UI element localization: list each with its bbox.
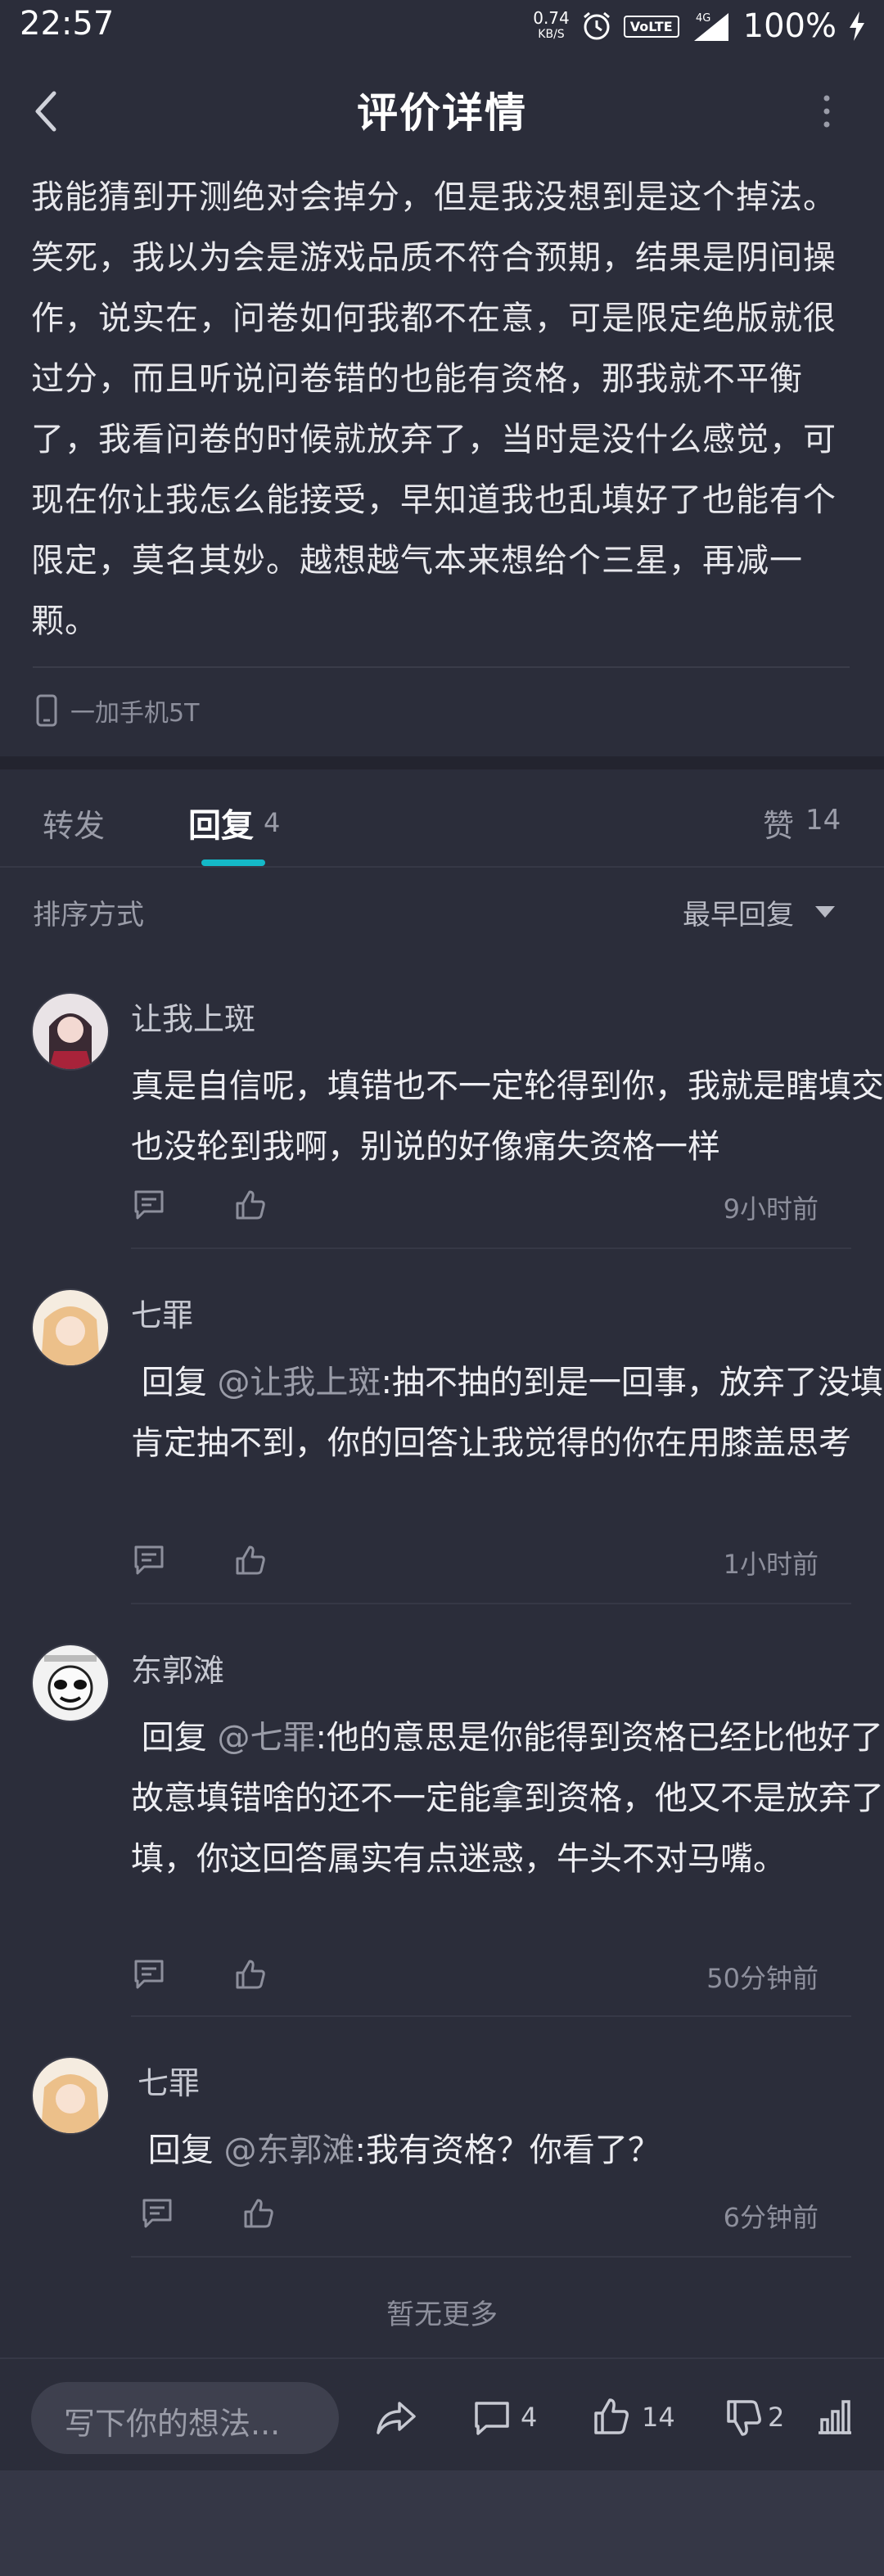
avatar[interactable] (31, 1288, 110, 1367)
comment-text: 真是自信呢，填错也不一定轮得到你，我就是瞎填交了也没轮到我啊，别说的好像痛失资格… (131, 1067, 884, 1166)
tab-like[interactable]: 赞 (763, 801, 794, 846)
navigation-bar-area (0, 2470, 884, 2576)
like-count: 14 (642, 2402, 675, 2433)
like-icon[interactable] (234, 1544, 267, 1577)
like-icon[interactable] (234, 1189, 267, 1221)
reply-prefix: 回复 (141, 1364, 207, 1401)
avatar-image (33, 1645, 108, 1721)
comment-username[interactable]: 东郭滩 (131, 1645, 224, 1690)
comment-text: 回复 @东郭滩:我有资格？你看了？ (138, 2120, 884, 2181)
review-text: 我能猜到开测绝对会掉分，但是我没想到是这个掉法。笑死，我以为会是游戏品质不符合预… (31, 178, 837, 640)
comment-icon[interactable] (141, 2197, 174, 2230)
divider (0, 866, 884, 868)
status-time: 22:57 (20, 5, 115, 43)
comment-text: 回复 @让我上斑:抽不抽的到是一回事，放弃了没填是肯定抽不到，你的回答让我觉得的… (131, 1352, 884, 1473)
like-icon[interactable] (593, 2397, 630, 2436)
comment-time: 1小时前 (723, 1549, 819, 1580)
comment-time: 50分钟前 (706, 1963, 819, 1994)
avatar[interactable] (31, 2056, 110, 2135)
active-tab-indicator (201, 859, 265, 866)
network-speed: 0.74 KB/S (533, 8, 570, 41)
mention-link[interactable]: @七罪 (217, 1719, 315, 1757)
status-icons: 0.74 KB/S VoLTE 4G 100% (533, 5, 866, 47)
tab-reply[interactable]: 回复 (188, 799, 254, 846)
tab-repost[interactable]: 转发 (43, 801, 105, 846)
tab-like-count: 14 (805, 804, 841, 837)
comment-icon[interactable] (133, 1189, 165, 1221)
divider (131, 1603, 851, 1604)
avatar-image (33, 1290, 108, 1365)
caret-down-icon[interactable] (814, 904, 837, 920)
sort-dropdown[interactable]: 最早回复 (683, 892, 794, 932)
comment-icon[interactable] (473, 2400, 511, 2436)
charging-icon (850, 11, 864, 41)
comment-icon[interactable] (133, 1544, 165, 1577)
avatar-image (33, 994, 108, 1069)
sort-label: 排序方式 (33, 899, 144, 932)
divider (131, 2256, 851, 2258)
reply-prefix: 回复 (147, 2132, 214, 2169)
comment-time: 9小时前 (723, 1193, 819, 1225)
like-icon[interactable] (242, 2197, 275, 2230)
signal-icon: 4G (693, 12, 728, 41)
page-title: 评价详情 (357, 89, 527, 137)
svg-text:4G: 4G (696, 12, 710, 25)
comment-text: 回复 @七罪:他的意思是你能得到资格已经比他好了，故意填错啥的还不一定能拿到资格… (131, 1708, 884, 1889)
share-icon[interactable] (375, 2398, 417, 2438)
device-info: 一加手机5T (36, 692, 199, 729)
reply-body: :我有资格？你看了？ (354, 2132, 661, 2169)
more-options-icon[interactable] (810, 92, 843, 131)
comment-input-placeholder[interactable]: 写下你的想法... (64, 2398, 280, 2443)
no-more-label: 暂无更多 (386, 2299, 498, 2331)
comment-username[interactable]: 让我上斑 (131, 994, 255, 1039)
comment-count: 4 (521, 2402, 538, 2433)
comment-icon[interactable] (133, 1958, 165, 1991)
stats-chart-icon[interactable] (815, 2398, 855, 2436)
avatar[interactable] (31, 1644, 110, 1722)
battery-level: 100% (742, 7, 837, 45)
tab-reply-count: 4 (264, 807, 281, 838)
device-name: 一加手机5T (70, 699, 200, 728)
divider (131, 2015, 851, 2017)
section-gap (0, 756, 884, 769)
volte-badge: VoLTE (623, 15, 679, 38)
alarm-icon (583, 11, 610, 40)
mention-link[interactable]: @东郭滩 (223, 2132, 354, 2169)
avatar-image (33, 2058, 108, 2133)
comment-username[interactable]: 七罪 (138, 2058, 200, 2103)
comment-time: 6分钟前 (723, 2202, 819, 2233)
reply-prefix: 回复 (141, 1719, 207, 1757)
dislike-count: 2 (768, 2402, 785, 2433)
tabs (0, 769, 884, 868)
avatar[interactable] (31, 992, 110, 1071)
phone-icon (36, 694, 57, 727)
like-icon[interactable] (234, 1958, 267, 1991)
divider (131, 1247, 851, 1249)
dislike-icon[interactable] (725, 2398, 763, 2438)
mention-link[interactable]: @让我上斑 (217, 1364, 381, 1401)
divider (33, 666, 850, 668)
comment-username[interactable]: 七罪 (131, 1290, 193, 1335)
